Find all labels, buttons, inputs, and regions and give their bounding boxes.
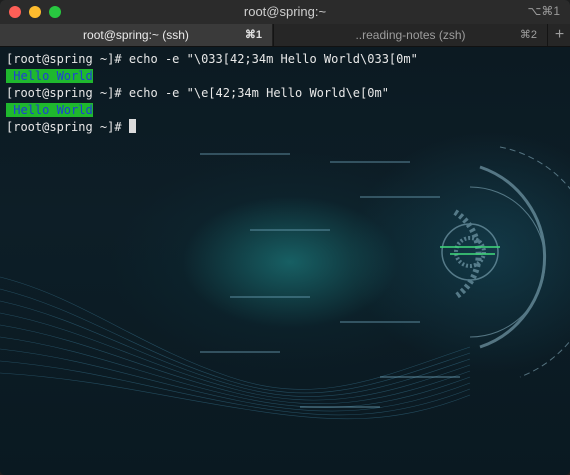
- shell-prompt: [root@spring ~]#: [6, 52, 122, 66]
- tab-shortcut: ⌘1: [244, 29, 262, 41]
- terminal-line: [root@spring ~]# echo -e "\e[42;34m Hell…: [6, 85, 418, 102]
- terminal-output: [root@spring ~]# echo -e "\033[42;34m He…: [6, 51, 418, 136]
- shell-prompt: [root@spring ~]#: [6, 86, 122, 100]
- terminal-line: Hello World: [6, 68, 418, 85]
- light-streaks-decoration: [200, 153, 460, 408]
- terminal-content[interactable]: [root@spring ~]# echo -e "\033[42;34m He…: [0, 47, 570, 475]
- tab-label: root@spring:~ (ssh): [83, 28, 189, 42]
- new-tab-button[interactable]: +: [547, 24, 570, 46]
- command-text: echo -e "\e[42;34m Hello World\e[0m": [128, 86, 389, 100]
- colored-output: Hello World: [6, 69, 93, 83]
- tab-ssh-session[interactable]: root@spring:~ (ssh) ⌘1: [0, 24, 272, 46]
- terminal-line: Hello World: [6, 102, 418, 119]
- shell-prompt: [root@spring ~]#: [6, 120, 122, 134]
- terminal-window: root@spring:~ ⌥⌘1 root@spring:~ (ssh) ⌘1…: [0, 0, 570, 475]
- tab-label: ..reading-notes (zsh): [355, 28, 466, 42]
- tab-reading-notes[interactable]: ..reading-notes (zsh) ⌘2: [273, 24, 547, 46]
- terminal-line: [root@spring ~]#: [6, 119, 418, 136]
- text-cursor[interactable]: [128, 119, 136, 133]
- plus-icon: +: [554, 26, 565, 43]
- colored-output: Hello World: [6, 103, 93, 117]
- command-text: echo -e "\033[42;34m Hello World\033[0m": [128, 52, 418, 66]
- hud-green-accent: [440, 246, 500, 255]
- terminal-line: [root@spring ~]# echo -e "\033[42;34m He…: [6, 51, 418, 68]
- window-title: root@spring:~: [243, 4, 327, 19]
- tab-bar: root@spring:~ (ssh) ⌘1 ..reading-notes (…: [0, 24, 570, 47]
- hud-rings-decoration: [441, 146, 570, 378]
- wave-lines-decoration: [0, 276, 471, 420]
- window-shortcut-label: ⌥⌘1: [527, 4, 560, 18]
- title-bar: root@spring:~ ⌥⌘1: [0, 0, 570, 24]
- tab-shortcut: ⌘2: [519, 29, 537, 41]
